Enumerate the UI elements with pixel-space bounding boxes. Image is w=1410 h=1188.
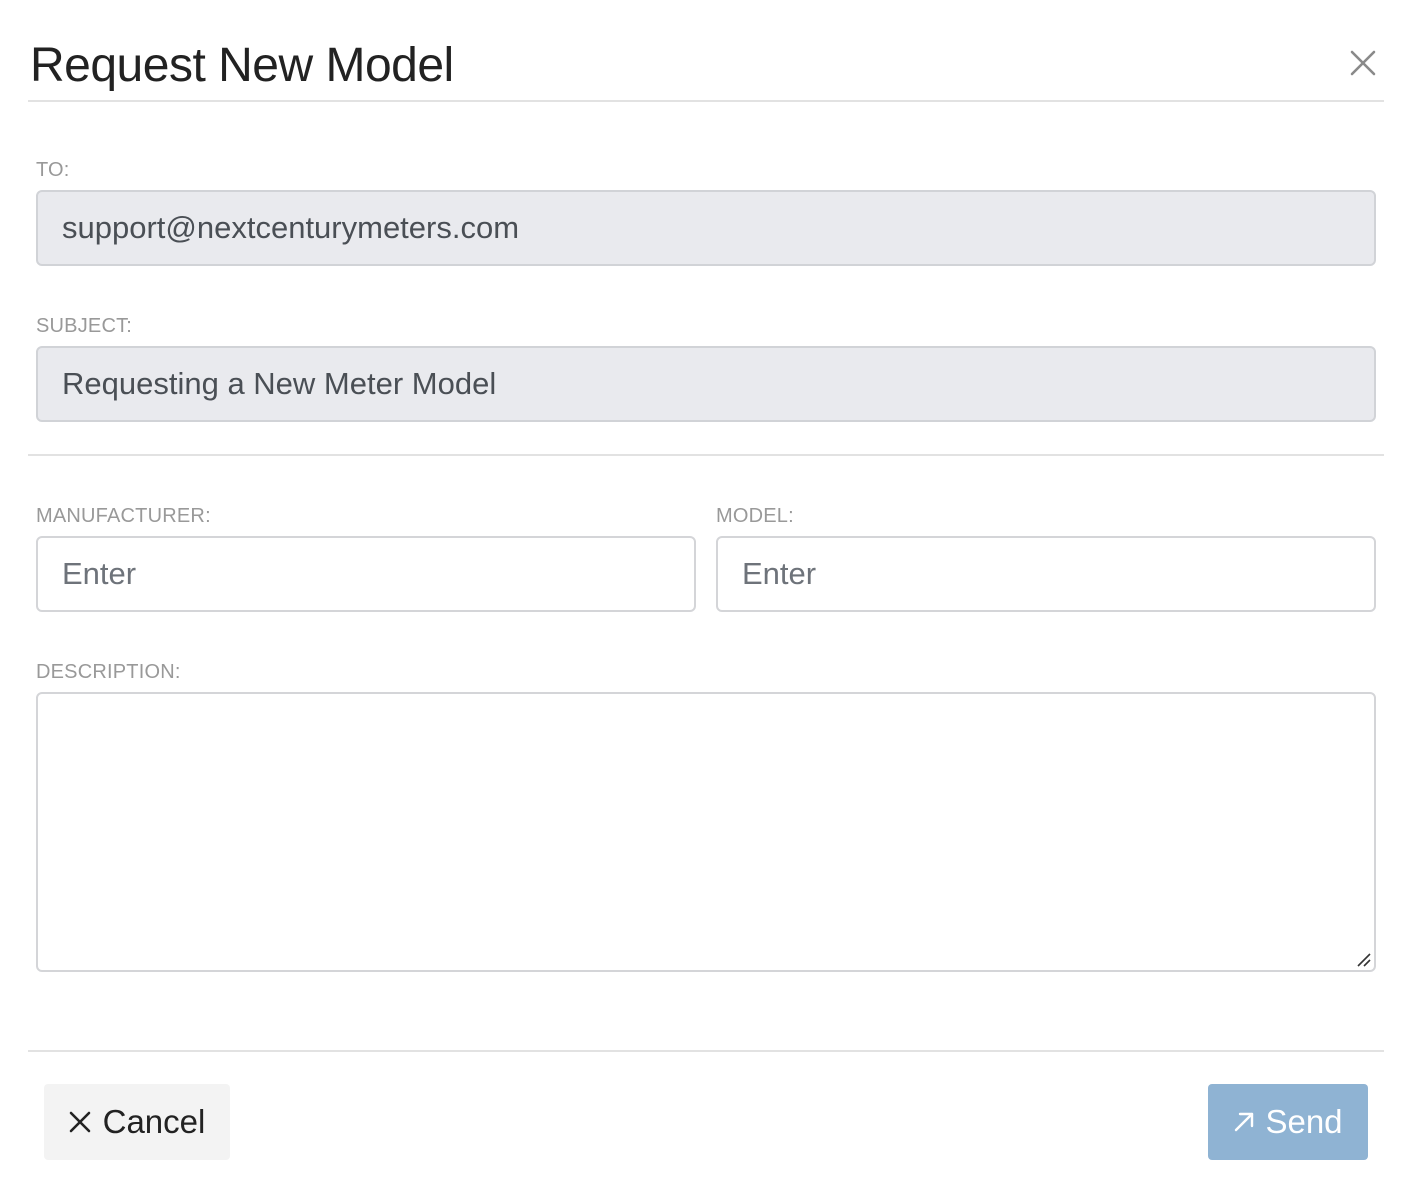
request-new-model-dialog: Request New Model TO: support@nextcentur… <box>0 0 1410 1188</box>
model-input[interactable] <box>742 556 1350 592</box>
description-field[interactable] <box>36 692 1376 972</box>
model-label: MODEL: <box>716 505 794 527</box>
description-textarea[interactable] <box>38 694 1374 970</box>
section-divider <box>28 454 1384 456</box>
subject-label: SUBJECT: <box>36 315 133 337</box>
cancel-button[interactable]: Cancel <box>44 1084 230 1160</box>
close-button[interactable] <box>1348 48 1378 78</box>
subject-field[interactable]: Requesting a New Meter Model <box>36 346 1376 422</box>
to-value: support@nextcenturymeters.com <box>62 210 520 245</box>
dialog-title: Request New Model <box>30 39 454 92</box>
subject-value: Requesting a New Meter Model <box>62 366 497 401</box>
manufacturer-input[interactable] <box>62 556 670 592</box>
footer-divider <box>28 1050 1384 1052</box>
manufacturer-label: MANUFACTURER: <box>36 505 211 527</box>
close-icon <box>1350 50 1376 76</box>
x-icon <box>69 1111 90 1133</box>
cancel-label: Cancel <box>102 1103 206 1140</box>
to-field[interactable]: support@nextcenturymeters.com <box>36 190 1376 266</box>
send-label: Send <box>1265 1103 1343 1140</box>
dialog-header: Request New Model <box>28 28 1384 102</box>
description-label: DESCRIPTION: <box>36 661 181 683</box>
resize-handle-icon[interactable] <box>1354 950 1372 968</box>
arrow-up-right-icon <box>1235 1112 1254 1132</box>
send-button[interactable]: Send <box>1208 1084 1368 1160</box>
manufacturer-field[interactable] <box>36 536 696 612</box>
model-field[interactable] <box>716 536 1376 612</box>
to-label: TO: <box>36 159 70 181</box>
